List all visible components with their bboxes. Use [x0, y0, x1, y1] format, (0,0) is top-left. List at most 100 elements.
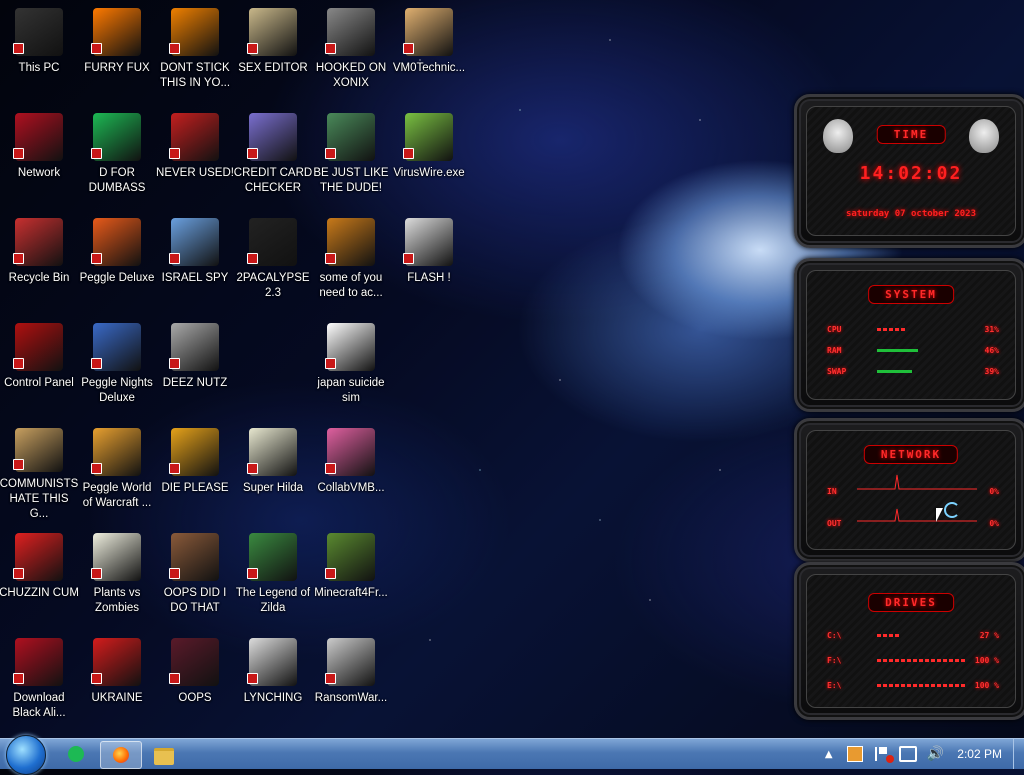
shortcut-badge-icon: [13, 459, 24, 470]
firefox-taskbar-button[interactable]: [100, 741, 142, 769]
desktop-icon-label: UKRAINE: [91, 692, 143, 704]
desktop-icon[interactable]: Super Hilda: [234, 422, 312, 522]
desktop-icon-label: D FOR DUMBASS: [88, 167, 146, 194]
show-hidden-icons-icon[interactable]: ▲: [825, 749, 833, 760]
desktop-icon-label: OOPS: [178, 692, 212, 704]
peggle-nights-icon: [91, 323, 141, 371]
desktop-icon[interactable]: NEVER USED!: [156, 107, 234, 207]
desktop-icon[interactable]: The Legend of Zilda: [234, 527, 312, 627]
chuzzle-icon: [13, 533, 63, 581]
system-tray: ▲ 🔊: [825, 739, 944, 769]
desktop-icon[interactable]: CHUZZIN CUM: [0, 527, 79, 627]
desktop-icon[interactable]: FLASH !: [390, 212, 468, 312]
shortcut-badge-icon: [169, 673, 180, 684]
widget-row-value: 0%: [989, 519, 999, 528]
shortcut-badge-icon: [325, 148, 336, 159]
desktop-icon-label: Minecraft4Fr...: [314, 587, 388, 599]
desktop-icon[interactable]: CollabVMB...: [312, 422, 390, 522]
drives-widget-title: DRIVES: [868, 593, 954, 612]
desktop-icon[interactable]: ISRAEL SPY: [156, 212, 234, 312]
taskbar-clock[interactable]: 2:02 PM: [957, 747, 1002, 761]
shortcut-badge-icon: [91, 463, 102, 474]
widget-row-value: 46%: [984, 346, 999, 355]
volume-icon[interactable]: 🔊: [927, 746, 944, 762]
desktop-icon[interactable]: Peggle Nights Deluxe: [78, 317, 156, 417]
desktop-icon-label: CHUZZIN CUM: [0, 587, 79, 599]
desktop-icon[interactable]: some of you need to ac...: [312, 212, 390, 312]
widget-row: CPU 31%: [827, 325, 999, 334]
desktop-icon[interactable]: FURRY FUX: [78, 2, 156, 102]
desktop-icon[interactable]: UKRAINE: [78, 632, 156, 732]
desktop-icon[interactable]: LYNCHING: [234, 632, 312, 732]
shortcut-badge-icon: [325, 568, 336, 579]
desktop-icon[interactable]: Peggle Deluxe: [78, 212, 156, 312]
desktop-icon-label: LYNCHING: [243, 692, 303, 704]
network-icon[interactable]: [898, 746, 917, 762]
desktop-icon[interactable]: Peggle World of Warcraft ...: [78, 422, 156, 522]
desktop-icon[interactable]: Network: [0, 107, 78, 207]
desktop-icon[interactable]: VirusWire.exe: [390, 107, 468, 207]
desktop-icon[interactable]: This PC: [0, 2, 78, 102]
desktop-icon[interactable]: SEX EDITOR: [234, 2, 312, 102]
desktop-icon[interactable]: Plants vs Zombies: [78, 527, 156, 627]
desktop-icon[interactable]: Download Black Ali...: [0, 632, 78, 732]
desktop-icon[interactable]: Minecraft4Fr...: [312, 527, 390, 627]
radiation-icon: [91, 638, 141, 686]
folder-icon: [154, 748, 174, 765]
widget-row-value: 27 %: [979, 631, 999, 640]
spotify-taskbar-button[interactable]: [56, 741, 96, 767]
desktop-icon[interactable]: Recycle Bin: [0, 212, 78, 312]
money-bag-icon: [13, 428, 63, 472]
shortcut-badge-icon: [169, 253, 180, 264]
action-center-flag-icon[interactable]: [874, 747, 894, 763]
desktop-icon[interactable]: Control Panel: [0, 317, 78, 417]
shortcut-badge-icon: [325, 43, 336, 54]
desktop-icon-label: CollabVMB...: [317, 482, 385, 494]
time-widget: TIME 14:02:02 saturday 07 october 2023: [794, 94, 1024, 248]
desktop-icon[interactable]: japan suicide sim: [312, 317, 390, 417]
desktop-icon[interactable]: CREDIT CARD CHECKER: [234, 107, 312, 207]
file-explorer-taskbar-button[interactable]: [144, 741, 184, 767]
desktop-icon[interactable]: BE JUST LIKE THE DUDE!: [312, 107, 390, 207]
alien-head-icon: [969, 119, 999, 153]
red-book-icon: [169, 638, 219, 686]
usage-bar: [877, 684, 967, 687]
desktop-icon-label: DIE PLEASE: [161, 482, 229, 494]
shortcut-badge-icon: [91, 358, 102, 369]
start-button[interactable]: [6, 735, 46, 775]
show-desktop-button[interactable]: [1013, 739, 1024, 769]
desktop-icon[interactable]: VM0Technic...: [390, 2, 468, 102]
shortcut-badge-icon: [247, 568, 258, 579]
desktop-icon-label: 2PACALYPSE 2.3: [236, 272, 310, 299]
portrait-painting-icon: [169, 533, 219, 581]
desktop-icon-label: Network: [17, 167, 61, 179]
busy-cursor-icon: [944, 502, 960, 518]
doctor-person-icon: [403, 8, 453, 56]
desktop-icon[interactable]: HOOKED ON XONIX: [312, 2, 390, 102]
grass-block-icon: [325, 533, 375, 581]
credit-card-icon: [247, 113, 297, 161]
pixel-dog-icon: [325, 218, 375, 266]
shortcut-badge-icon: [91, 148, 102, 159]
network-manager-icon[interactable]: [846, 746, 863, 762]
desktop-icon[interactable]: D FOR DUMBASS: [78, 107, 156, 207]
xonix-game-icon: [325, 8, 375, 56]
firefox-icon: [91, 8, 141, 56]
pixel-cat-icon: [247, 428, 297, 476]
shortcut-badge-icon: [403, 43, 414, 54]
shield-crest-icon: [247, 638, 297, 686]
desktop-icon-label: some of you need to ac...: [319, 272, 383, 299]
time-widget-title: TIME: [876, 125, 946, 144]
desktop-icon[interactable]: OOPS DID I DO THAT: [156, 527, 234, 627]
desktop-icon[interactable]: COMMUNISTS HATE THIS G...: [0, 422, 78, 522]
desktop-icon[interactable]: RansomWar...: [312, 632, 390, 732]
widget-row: E:\ 100 %: [827, 681, 999, 690]
desktop-icon[interactable]: OOPS: [156, 632, 234, 732]
desktop-icon-label: HOOKED ON XONIX: [315, 62, 387, 89]
desktop-icon[interactable]: DIE PLEASE: [156, 422, 234, 522]
desktop-icon-label: Download Black Ali...: [12, 692, 66, 719]
desktop-icon[interactable]: 2PACALYPSE 2.3: [234, 212, 312, 312]
widget-row-value: 39%: [984, 367, 999, 376]
desktop-icon[interactable]: DEEZ NUTZ: [156, 317, 234, 417]
desktop-icon[interactable]: DONT STICK THIS IN YO...: [156, 2, 234, 102]
